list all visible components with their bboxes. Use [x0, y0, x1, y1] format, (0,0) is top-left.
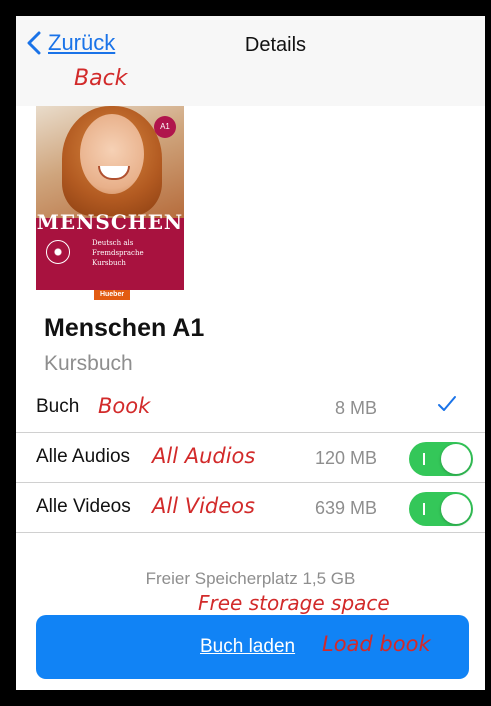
load-annotation: Load book — [322, 632, 431, 656]
toggle-knob — [441, 444, 471, 474]
row-label: Alle Videos — [36, 496, 131, 517]
audios-toggle[interactable] — [409, 442, 473, 476]
load-book-label: Buch laden — [200, 636, 296, 657]
row-label: Buch — [36, 396, 80, 417]
download-row-book[interactable]: Buch Book 8 MB — [16, 384, 485, 433]
row-annotation: All Videos — [152, 494, 255, 518]
navigation-bar: Zurück Details Back — [16, 16, 485, 106]
book-cover: A1 MENSCHEN Deutsch als Fremdsprache Kur… — [36, 106, 184, 300]
cover-subtitle: Deutsch als Fremdsprache Kursbuch — [92, 239, 144, 267]
page-title: Details — [244, 34, 307, 56]
row-size: 120 MB — [314, 448, 377, 468]
row-annotation: Book — [98, 394, 151, 418]
toggle-knob — [441, 494, 471, 524]
free-storage-text: Freier Speicherplatz 1,5 GB — [145, 569, 356, 588]
cover-title: MENSCHEN — [36, 210, 184, 234]
publisher-logo: Hueber — [94, 290, 130, 300]
videos-toggle[interactable] — [409, 492, 473, 526]
load-book-button[interactable]: Buch laden Load book — [36, 615, 469, 679]
book-subtitle: Kursbuch — [44, 352, 133, 375]
disc-icon — [46, 240, 70, 264]
cover-photo: A1 — [36, 106, 184, 218]
storage-annotation: Free storage space — [198, 591, 390, 615]
download-row-audios[interactable]: Alle Audios All Audios 120 MB — [16, 434, 485, 483]
details-screen: Zurück Details Back A1 MENSCHEN Deutsch … — [16, 16, 485, 690]
checkmark-icon[interactable] — [437, 394, 457, 414]
book-title: Menschen A1 — [44, 314, 205, 342]
download-row-videos[interactable]: Alle Videos All Videos 639 MB — [16, 484, 485, 533]
row-label: Alle Audios — [36, 446, 131, 467]
row-size: 639 MB — [314, 498, 377, 518]
row-annotation: All Audios — [152, 444, 256, 468]
row-size: 8 MB — [334, 398, 377, 418]
back-annotation: Back — [74, 66, 128, 91]
cover-level-badge: A1 — [154, 116, 176, 138]
